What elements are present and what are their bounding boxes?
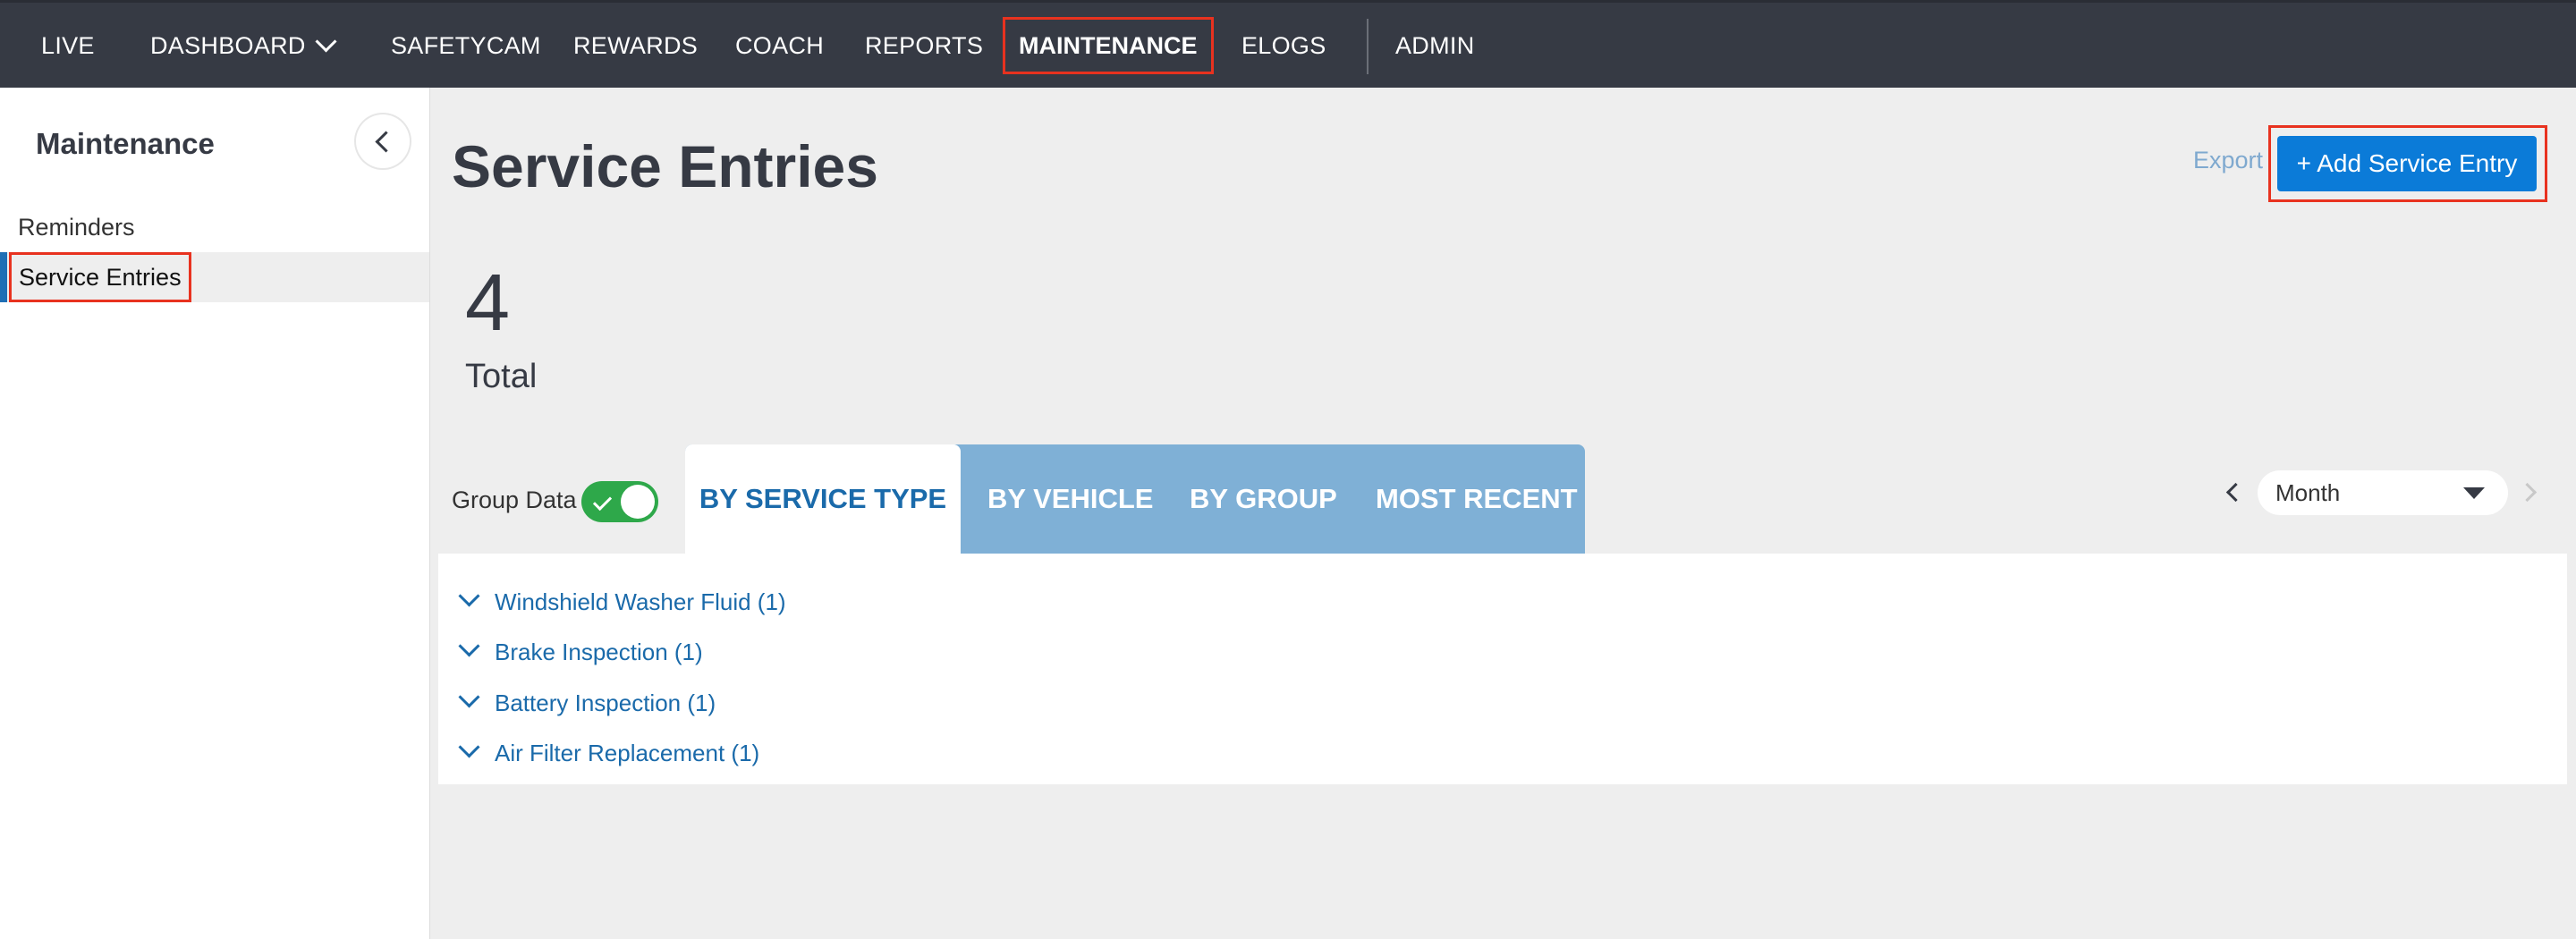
- group-row-windshield-washer-fluid[interactable]: Windshield Washer Fluid (1): [456, 584, 786, 620]
- chevron-down-icon: [458, 585, 480, 607]
- group-row-label: Battery Inspection (1): [495, 689, 716, 716]
- chevron-down-icon: [458, 686, 480, 708]
- group-row-battery-inspection[interactable]: Battery Inspection (1): [456, 685, 716, 721]
- group-row-air-filter-replacement[interactable]: Air Filter Replacement (1): [456, 735, 759, 771]
- nav-item-coach[interactable]: COACH: [735, 3, 824, 90]
- nav-item-label: REWARDS: [573, 32, 699, 59]
- tab-by-group[interactable]: BY GROUP: [1190, 444, 1337, 554]
- check-icon: [592, 491, 613, 512]
- page-title: Service Entries: [452, 133, 878, 199]
- chevron-down-icon: [458, 736, 480, 758]
- nav-item-dashboard[interactable]: DASHBOARD: [150, 3, 337, 90]
- tab-bar: BY SERVICE TYPE BY VEHICLE BY GROUP MOST…: [685, 444, 1585, 554]
- sidebar-item-reminders[interactable]: Reminders: [0, 202, 429, 252]
- total-label: Total: [465, 358, 538, 395]
- sidebar: Maintenance Reminders Service Entries: [0, 88, 430, 939]
- nav-item-label: DASHBOARD: [150, 32, 306, 59]
- group-row-label: Windshield Washer Fluid (1): [495, 588, 786, 615]
- nav-item-maintenance[interactable]: MAINTENANCE: [1003, 3, 1214, 90]
- nav-item-label: COACH: [735, 32, 825, 59]
- caret-down-icon: [2463, 487, 2485, 499]
- period-select-value: Month: [2275, 479, 2341, 506]
- nav-item-label: ELOGS: [1241, 32, 1326, 59]
- collapse-sidebar-button[interactable]: [356, 114, 410, 168]
- nav-item-label: MAINTENANCE: [1003, 17, 1214, 74]
- total-count: 4: [465, 258, 511, 348]
- sidebar-title: Maintenance: [36, 127, 215, 160]
- tab-by-service-type[interactable]: BY SERVICE TYPE: [685, 444, 961, 554]
- chevron-left-icon: [375, 131, 397, 153]
- chevron-down-icon: [458, 635, 480, 657]
- tab-most-recent[interactable]: MOST RECENT: [1376, 444, 1578, 554]
- nav-item-label: SAFETYCAM: [391, 32, 541, 59]
- top-navigation-bar: LIVE DASHBOARD SAFETYCAM REWARDS COACH R…: [0, 0, 2576, 88]
- export-link[interactable]: Export: [2193, 147, 2263, 174]
- sidebar-item-service-entries[interactable]: Service Entries: [0, 252, 429, 302]
- tab-by-vehicle[interactable]: BY VEHICLE: [987, 444, 1153, 554]
- sidebar-item-label: Reminders: [18, 214, 135, 241]
- service-groups-panel: Windshield Washer Fluid (1) Brake Inspec…: [438, 554, 2567, 784]
- nav-divider: [1367, 19, 1368, 74]
- period-select[interactable]: Month: [2258, 470, 2508, 515]
- next-period-button[interactable]: [2517, 482, 2538, 503]
- toggle-knob: [621, 485, 655, 519]
- active-indicator: [0, 252, 7, 302]
- group-row-label: Brake Inspection (1): [495, 639, 703, 665]
- nav-item-reports[interactable]: REPORTS: [865, 3, 983, 90]
- group-row-label: Air Filter Replacement (1): [495, 740, 760, 766]
- nav-item-elogs[interactable]: ELOGS: [1241, 3, 1326, 90]
- nav-item-rewards[interactable]: REWARDS: [573, 3, 698, 90]
- add-service-entry-button[interactable]: + Add Service Entry: [2277, 136, 2537, 191]
- group-data-label: Group Data: [452, 486, 577, 513]
- nav-item-admin[interactable]: ADMIN: [1395, 3, 1475, 90]
- nav-item-label: ADMIN: [1395, 32, 1475, 59]
- sidebar-item-label: Service Entries: [9, 252, 191, 302]
- previous-period-button[interactable]: [2225, 482, 2246, 503]
- nav-item-live[interactable]: LIVE: [41, 3, 95, 90]
- nav-item-label: LIVE: [41, 32, 95, 59]
- chevron-down-icon: [315, 30, 337, 53]
- nav-item-label: REPORTS: [865, 32, 984, 59]
- group-data-toggle[interactable]: [581, 481, 658, 522]
- group-row-brake-inspection[interactable]: Brake Inspection (1): [456, 634, 703, 670]
- nav-item-safetycam[interactable]: SAFETYCAM: [391, 3, 541, 90]
